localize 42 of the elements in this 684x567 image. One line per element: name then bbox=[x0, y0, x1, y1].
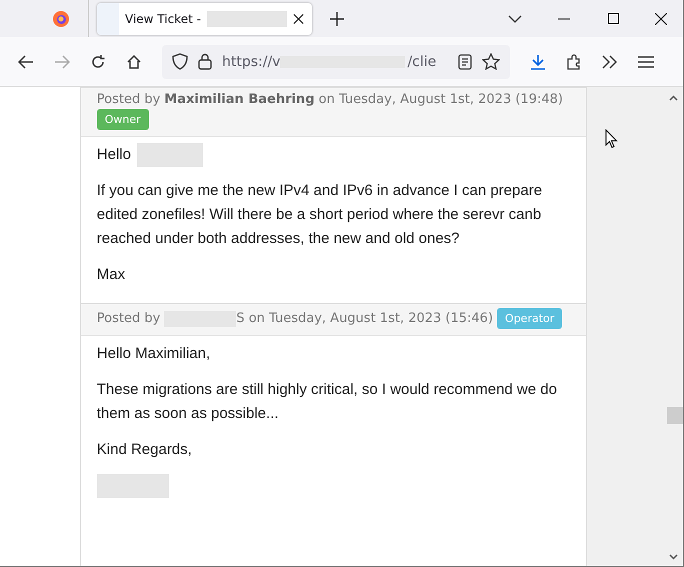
scroll-down-icon[interactable] bbox=[669, 554, 678, 560]
url-text: /clie bbox=[407, 54, 436, 70]
menu-icon[interactable] bbox=[638, 56, 654, 68]
role-badge: Operator bbox=[497, 308, 562, 329]
close-icon[interactable] bbox=[292, 12, 304, 24]
scrollbar[interactable] bbox=[664, 87, 683, 566]
shield-icon[interactable] bbox=[172, 53, 188, 70]
url-text: https://v bbox=[222, 54, 280, 70]
browser-tab[interactable]: View Ticket - bbox=[97, 2, 312, 34]
chevrons-right-icon[interactable] bbox=[602, 54, 618, 68]
close-icon[interactable] bbox=[655, 12, 667, 24]
post-meta: Maximilian Baehring on Tuesday, August 1st, 2023 (19:48) bbox=[164, 92, 563, 107]
maximize-icon[interactable] bbox=[608, 13, 619, 24]
home-icon[interactable] bbox=[126, 54, 142, 70]
back-icon[interactable] bbox=[18, 54, 34, 68]
message-text: These migrations are still highly critical, so I would recommend we do them as soon as possible... bbox=[96, 380, 558, 424]
post-meta: S on Tuesday, August 1st, 2023 (15:46) bbox=[236, 311, 494, 326]
minimize-icon[interactable] bbox=[558, 18, 570, 20]
tab-title: View Ticket - bbox=[125, 12, 201, 26]
message-text: Hello bbox=[96, 145, 131, 165]
new-tab-icon[interactable] bbox=[330, 12, 344, 26]
role-badge: Owner bbox=[96, 109, 149, 130]
post-meta: Posted by bbox=[96, 311, 160, 326]
post-meta: Posted by bbox=[96, 92, 160, 107]
scroll-up-icon[interactable] bbox=[669, 95, 678, 101]
redaction bbox=[136, 143, 203, 167]
browser-logo-icon[interactable] bbox=[52, 10, 70, 28]
star-icon[interactable] bbox=[482, 53, 500, 70]
message-text: Hello Maximilian, bbox=[96, 344, 212, 364]
reload-icon[interactable] bbox=[90, 54, 106, 70]
message-text: Max bbox=[96, 265, 126, 285]
favicon-icon bbox=[97, 2, 119, 34]
scroll-thumb[interactable] bbox=[667, 407, 683, 424]
address-bar[interactable]: https://v /clie bbox=[162, 44, 510, 78]
chevron-down-icon[interactable] bbox=[508, 14, 522, 22]
message-text: If you can give me the new IPv4 and IPv6 in advance I can prepare edited zonefiles! Will there be a short period where the serevr canb reached under both addresses, the new and old ones? bbox=[96, 181, 544, 249]
lock-icon[interactable] bbox=[198, 53, 212, 70]
download-icon[interactable] bbox=[530, 54, 546, 70]
message-text: Kind Regards, bbox=[96, 440, 193, 460]
puzzle-icon[interactable] bbox=[566, 54, 582, 70]
reader-view-icon[interactable] bbox=[458, 54, 472, 70]
cursor-icon bbox=[605, 129, 618, 149]
